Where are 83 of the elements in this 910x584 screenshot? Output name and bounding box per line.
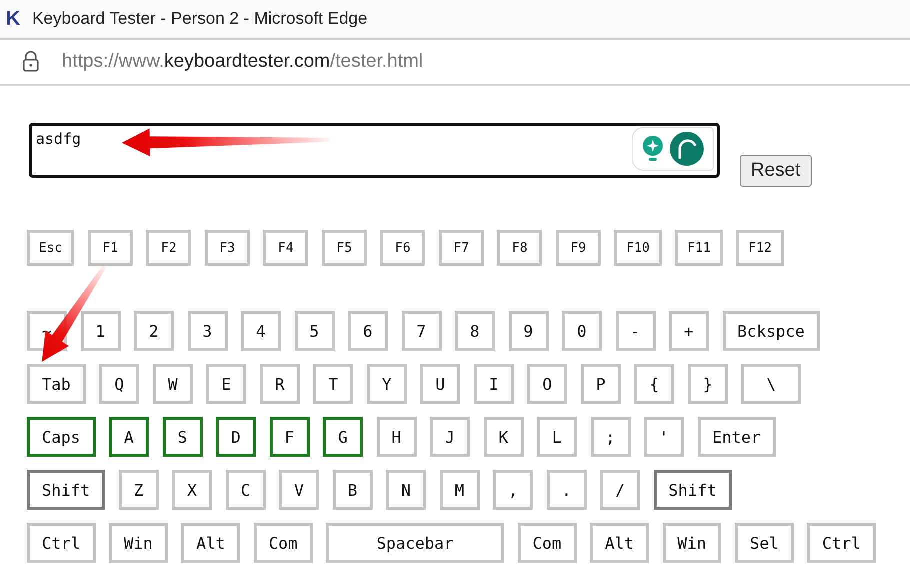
keyboard-key: Q <box>99 364 140 404</box>
keyboard-key: 7 <box>402 311 442 351</box>
keyboard-key: S <box>162 417 203 457</box>
keyboard-key: F3 <box>204 230 250 266</box>
keyboard-key: 5 <box>294 311 334 351</box>
keyboard-key: A <box>109 417 150 457</box>
keyboard-key: Shift <box>654 470 732 510</box>
keyboard-key: Com <box>254 523 313 563</box>
keyboard-key: Alt <box>590 523 650 563</box>
keyboard-key: F11 <box>675 230 723 266</box>
keyboard-key: 4 <box>241 311 281 351</box>
keyboard-key: + <box>669 311 709 351</box>
assistant-icon <box>670 132 704 166</box>
keyboard-key: F8 <box>497 230 542 266</box>
keyboard-key: G <box>323 417 364 457</box>
keyboard-key: Esc <box>27 230 74 266</box>
keyboard-key: Shift <box>27 470 106 510</box>
keyboard-key: F7 <box>438 230 484 266</box>
keyboard-key: 2 <box>134 311 174 351</box>
keyboard-key: Bckspce <box>722 311 820 351</box>
keyboard-key: 1 <box>80 311 120 351</box>
keyboard-key: X <box>172 470 212 510</box>
keyboard-key: 3 <box>188 311 228 351</box>
keyboard-key: ; <box>590 417 631 457</box>
lightbulb-icon <box>642 135 664 163</box>
keyboard-key: I <box>474 364 514 404</box>
keyboard-key: Spacebar <box>326 523 504 563</box>
keyboard-key: J <box>430 417 470 457</box>
keyboard-key: V <box>279 470 320 510</box>
keyboard-key: F4 <box>263 230 308 266</box>
keyboard-key: F9 <box>556 230 601 266</box>
keyboard-key: F2 <box>146 230 192 266</box>
keyboard-key: F1 <box>88 230 133 266</box>
site-logo: K <box>6 8 20 30</box>
keyboard-key: F10 <box>614 230 662 266</box>
keyboard-key: O <box>527 364 568 404</box>
keyboard-key: Ctrl <box>807 523 876 563</box>
keyboard-key: L <box>537 417 578 457</box>
keyboard-key: C <box>226 470 266 510</box>
keyboard-key: \ <box>741 364 802 404</box>
keyboard-key: Win <box>109 523 168 563</box>
keyboard-key: } <box>688 364 728 404</box>
keyboard-key: F12 <box>736 230 784 266</box>
keyboard-key: W <box>152 364 193 404</box>
keyboard-key: K <box>484 417 524 457</box>
keyboard-key: F6 <box>380 230 426 266</box>
reset-button[interactable]: Reset <box>740 155 812 187</box>
keyboard-key: Alt <box>181 523 240 563</box>
keyboard-key: Ctrl <box>27 523 96 563</box>
keyboard-key: 0 <box>562 311 602 351</box>
keyboard-key: M <box>440 470 480 510</box>
keyboard-key: Z <box>118 470 159 510</box>
keyboard-key: 9 <box>508 311 548 351</box>
keyboard-key: T <box>313 364 354 404</box>
keyboard-key: Enter <box>698 417 776 457</box>
keyboard-key: , <box>493 470 534 510</box>
keyboard-key: ' <box>644 417 684 457</box>
keyboard-key: 8 <box>455 311 495 351</box>
keyboard-key: Win <box>662 523 722 563</box>
assistant-widget[interactable] <box>632 127 714 171</box>
keyboard-key: F5 <box>322 230 367 266</box>
keyboard-key: B <box>332 470 373 510</box>
address-url[interactable]: https://www.keyboardtester.com/tester.html <box>62 51 424 73</box>
keyboard-key: P <box>580 364 621 404</box>
keyboard-key: F <box>270 417 310 457</box>
keyboard-key: H <box>376 417 417 457</box>
keyboard-key: . <box>546 470 587 510</box>
keyboard-key: R <box>260 364 300 404</box>
keyboard-key: - <box>616 311 656 351</box>
keyboard-key: Caps <box>27 417 96 457</box>
keyboard-key: E <box>206 364 246 404</box>
keyboard-key: Com <box>518 523 577 563</box>
keyboard-key: N <box>386 470 426 510</box>
keyboard-key: Tab <box>27 364 86 404</box>
keyboard-key: D <box>216 417 256 457</box>
keyboard-key: U <box>420 364 460 404</box>
keyboard-key: Sel <box>734 523 794 563</box>
lock-icon <box>22 51 40 73</box>
window-title: Keyboard Tester - Person 2 - Microsoft Edge <box>32 9 368 29</box>
keyboard-key: 6 <box>348 311 388 351</box>
keyboard-key: / <box>600 470 640 510</box>
keyboard-key: { <box>634 364 674 404</box>
keyboard-key: Y <box>366 364 407 404</box>
